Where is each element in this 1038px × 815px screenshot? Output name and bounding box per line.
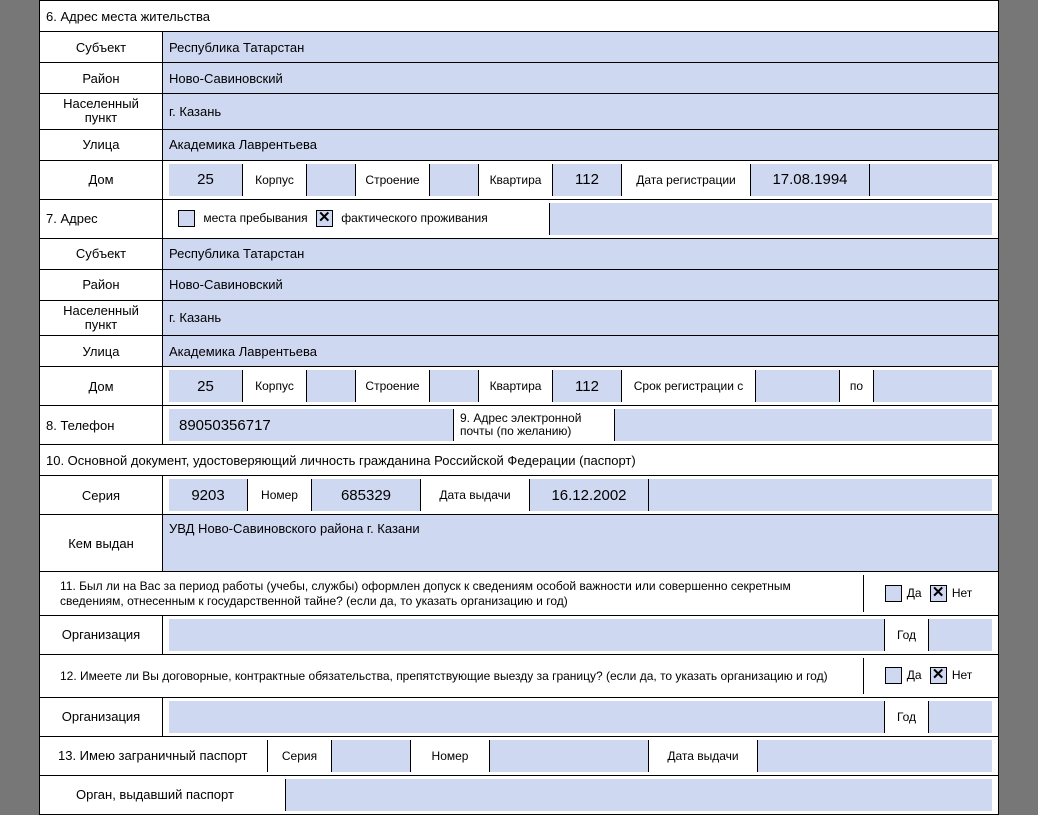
label-flat-6: Квартира — [479, 164, 553, 196]
blank-6 — [870, 164, 993, 196]
sec9-label: 9. Адрес электронной почты (по желанию) — [454, 409, 615, 441]
field-series-13[interactable] — [332, 740, 411, 772]
field-district-6[interactable]: Ново-Савиновский — [163, 63, 999, 94]
label-term-to: по — [840, 370, 874, 402]
label-city-6: Населенный пункт — [40, 94, 163, 130]
field-building-7[interactable] — [430, 370, 479, 402]
label-issued-10: Кем выдан — [40, 515, 163, 572]
field-term-to[interactable] — [874, 370, 993, 402]
field-flat-6[interactable]: 112 — [553, 164, 622, 196]
sec6-title: 6. Адрес места жительства — [40, 1, 999, 32]
checkbox-actual[interactable] — [316, 210, 333, 227]
label-date-10: Дата выдачи — [421, 479, 530, 511]
field-date-13[interactable] — [758, 740, 993, 772]
label-term-7: Срок регистрации с — [622, 370, 756, 402]
field-district-7[interactable]: Ново-Савиновский — [163, 269, 999, 300]
label-series-10: Серия — [40, 476, 163, 515]
field-flat-7[interactable]: 112 — [553, 370, 622, 402]
sec7-title: 7. Адрес — [40, 199, 163, 238]
label-street-6: Улица — [40, 129, 163, 160]
field-city-7[interactable]: г. Казань — [163, 300, 999, 336]
field-regdate-6[interactable]: 17.08.1994 — [751, 164, 870, 196]
label-district-6: Район — [40, 63, 163, 94]
field-org-11[interactable] — [169, 619, 885, 651]
label-number-13: Номер — [411, 740, 490, 772]
label-city-7: Населенный пункт — [40, 300, 163, 336]
label-org-12: Организация — [40, 697, 163, 736]
label-house-6: Дом — [40, 160, 163, 199]
field-organ-13[interactable] — [286, 779, 993, 811]
label-org-11: Организация — [40, 615, 163, 654]
label-subject-6: Субъект — [40, 32, 163, 63]
blank-10 — [649, 479, 993, 511]
sec7-options: места пребывания фактического проживания — [169, 203, 550, 235]
label-district-7: Район — [40, 269, 163, 300]
field-city-6[interactable]: г. Казань — [163, 94, 999, 130]
field-term-from[interactable] — [756, 370, 840, 402]
field-series-10[interactable]: 9203 — [169, 479, 248, 511]
checkbox-12-yes[interactable] — [885, 667, 902, 684]
label-series-13: Серия — [268, 740, 332, 772]
label-building-6: Строение — [356, 164, 430, 196]
sec12-yn: Да Нет — [864, 658, 993, 694]
sec11-yn: Да Нет — [864, 575, 993, 612]
label-regdate-6: Дата регистрации — [622, 164, 751, 196]
field-issued-10[interactable]: УВД Ново-Савиновского района г. Казани — [163, 515, 999, 572]
label-house-7: Дом — [40, 367, 163, 406]
field-date-10[interactable]: 16.12.2002 — [530, 479, 649, 511]
label-organ-13: Орган, выдавший паспорт — [46, 779, 286, 811]
field-number-10[interactable]: 685329 — [312, 479, 421, 511]
sec13-title: 13. Имею заграничный паспорт — [46, 740, 268, 772]
sec11-text: 11. Был ли на Вас за период работы (учеб… — [46, 575, 864, 612]
label-building-7: Строение — [356, 370, 430, 402]
field-subject-7[interactable]: Республика Татарстан — [163, 238, 999, 269]
field-street-6[interactable]: Академика Лаврентьева — [163, 129, 999, 160]
field-house-6[interactable]: 25 — [169, 164, 243, 196]
field-number-13[interactable] — [490, 740, 649, 772]
checkbox-12-no[interactable] — [930, 667, 947, 684]
label-street-7: Улица — [40, 336, 163, 367]
sec8-label: 8. Телефон — [40, 406, 163, 445]
label-korpus-6: Корпус — [243, 164, 307, 196]
sec7-blank — [550, 203, 993, 235]
field-org-12[interactable] — [169, 701, 885, 733]
field-korpus-6[interactable] — [307, 164, 356, 196]
label-year-12: Год — [885, 701, 929, 733]
label-flat-7: Квартира — [479, 370, 553, 402]
label-year-11: Год — [885, 619, 929, 651]
sec10-title: 10. Основной документ, удостоверяющий ли… — [40, 445, 999, 476]
field-phone[interactable]: 89050356717 — [169, 409, 454, 441]
checkbox-11-yes[interactable] — [885, 585, 902, 602]
checkbox-11-no[interactable] — [930, 585, 947, 602]
field-year-11[interactable] — [929, 619, 993, 651]
checkbox-stay[interactable] — [178, 210, 195, 227]
field-house-7[interactable]: 25 — [169, 370, 243, 402]
label-subject-7: Субъект — [40, 238, 163, 269]
label-number-10: Номер — [248, 479, 312, 511]
field-subject-6[interactable]: Республика Татарстан — [163, 32, 999, 63]
field-street-7[interactable]: Академика Лаврентьева — [163, 336, 999, 367]
label-korpus-7: Корпус — [243, 370, 307, 402]
field-email[interactable] — [615, 409, 993, 441]
sec12-text: 12. Имеете ли Вы договорные, контрактные… — [46, 658, 864, 694]
field-korpus-7[interactable] — [307, 370, 356, 402]
label-date-13: Дата выдачи — [649, 740, 758, 772]
field-year-12[interactable] — [929, 701, 993, 733]
field-building-6[interactable] — [430, 164, 479, 196]
